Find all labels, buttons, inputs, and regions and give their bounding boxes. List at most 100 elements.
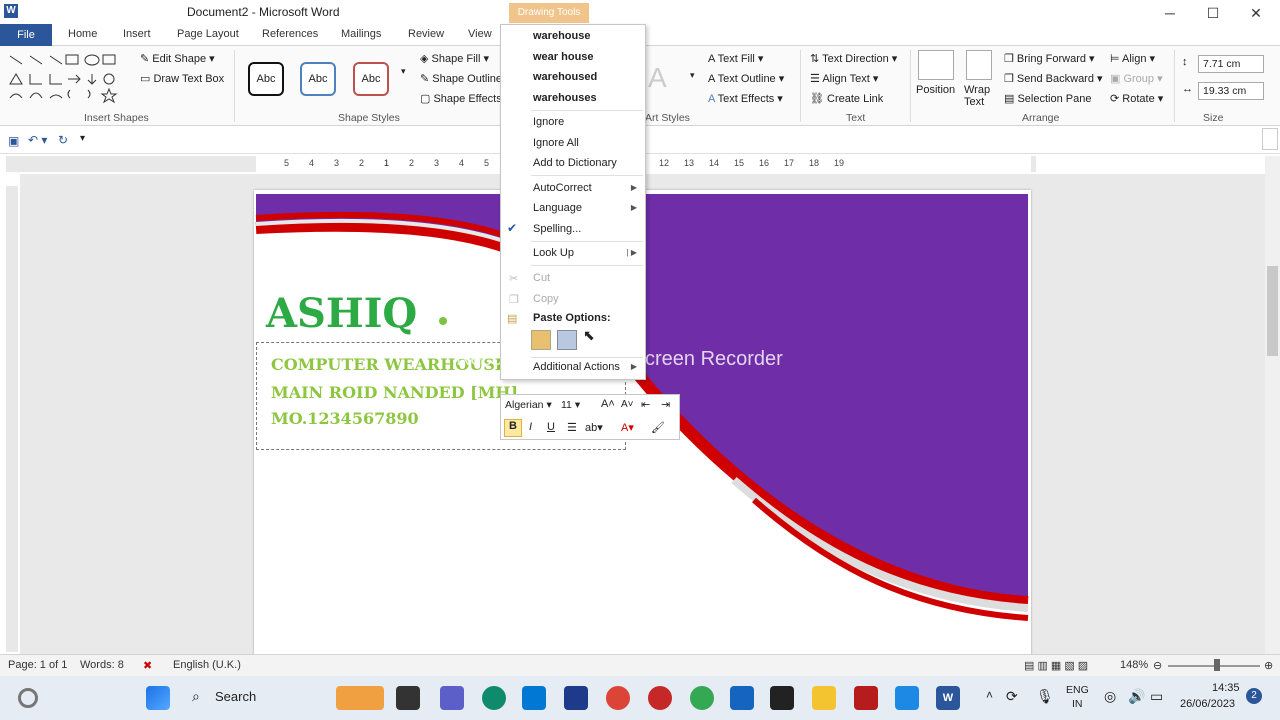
minimize-button[interactable]: ─ <box>1150 2 1190 24</box>
tab-view[interactable]: View <box>468 28 492 40</box>
rotate-button[interactable]: ⟳ Rotate ▾ <box>1110 92 1163 105</box>
tab-home[interactable]: Home <box>68 28 97 40</box>
redo-icon[interactable]: ↻ <box>58 133 68 147</box>
proofing-icon[interactable]: ✖ <box>143 659 152 672</box>
font-color-icon[interactable]: A▾ <box>621 421 634 434</box>
chrome-icon[interactable] <box>606 686 630 710</box>
taskbar-search[interactable]: Search <box>215 689 345 713</box>
app-icon-1[interactable] <box>564 686 588 710</box>
undo-icon[interactable]: ↶ ▾ <box>28 133 47 147</box>
app-icon-4[interactable] <box>770 686 794 710</box>
shape-style-black[interactable]: Abc <box>248 62 284 96</box>
create-link-button[interactable]: ⛓ Create Link <box>810 92 883 105</box>
align-button[interactable]: ⊨ Align ▾ <box>1110 52 1155 65</box>
customize-qat-icon[interactable]: ▾ <box>80 133 85 144</box>
language-indicator[interactable]: English (U.K.) <box>173 659 241 671</box>
company-name-heading[interactable]: ASHIQ <box>266 290 417 337</box>
start-icon[interactable] <box>146 686 170 710</box>
highlight-icon[interactable]: ab▾ <box>585 421 603 434</box>
edge-icon[interactable] <box>482 686 506 710</box>
clock-date[interactable]: 26/06/2023 <box>1180 698 1235 710</box>
store-icon[interactable] <box>522 686 546 710</box>
suggestion-warehouses[interactable]: warehouses <box>533 92 597 104</box>
word-taskbar-icon[interactable]: W <box>936 686 960 710</box>
shape-style-red[interactable]: Abc <box>353 62 389 96</box>
save-icon[interactable]: ▣ <box>8 134 19 148</box>
drawing-tools-context-tab[interactable]: Drawing Tools <box>509 3 589 23</box>
decrease-indent-icon[interactable]: ⇤ <box>641 398 650 411</box>
tab-references[interactable]: References <box>262 28 318 40</box>
task-view-icon[interactable] <box>396 686 420 710</box>
suggestion-wear-house[interactable]: wear house <box>533 51 594 63</box>
bold-button[interactable]: B <box>504 419 522 437</box>
tab-insert[interactable]: Insert <box>123 28 151 40</box>
maximize-button[interactable]: ☐ <box>1193 2 1233 24</box>
selection-pane-button[interactable]: ▤ Selection Pane <box>1004 92 1091 105</box>
grow-font-icon[interactable]: A˄ <box>601 398 615 410</box>
vertical-scrollbar[interactable] <box>1265 156 1280 654</box>
zoom-level[interactable]: 148% <box>1120 659 1148 671</box>
tray-chevron-icon[interactable]: ˄ <box>986 688 993 702</box>
text-direction-button[interactable]: ⇅ Text Direction ▾ <box>810 52 897 65</box>
paste-keep-formatting-icon[interactable] <box>531 330 551 350</box>
increase-indent-icon[interactable]: ⇥ <box>661 398 670 411</box>
search-icon[interactable]: ⌕ <box>192 688 200 705</box>
page-count[interactable]: Page: 1 of 1 <box>8 659 67 671</box>
word-count[interactable]: Words: 8 <box>80 659 124 671</box>
text-line-2[interactable]: MAIN ROID NANDED [MH] <box>271 383 518 402</box>
font-size-select[interactable]: 11 ▾ <box>561 399 580 411</box>
zoom-in-icon[interactable]: ⊕ <box>1264 659 1273 672</box>
shapes-gallery-icon[interactable] <box>8 52 120 104</box>
battery-icon[interactable]: ▭ <box>1150 688 1163 705</box>
sync-icon[interactable]: ⟳ <box>1006 688 1018 705</box>
menu-ignore-all[interactable]: Ignore All <box>533 137 579 149</box>
ruler-toggle-button[interactable] <box>1262 128 1278 150</box>
suggestion-warehoused[interactable]: warehoused <box>533 71 597 83</box>
menu-spelling[interactable]: Spelling... <box>533 223 581 235</box>
menu-additional-actions[interactable]: Additional Actions <box>533 361 620 373</box>
notification-badge[interactable]: 2 <box>1246 688 1262 704</box>
wordart-more-button[interactable]: ▾ <box>690 70 695 81</box>
widgets-icon[interactable] <box>18 688 38 708</box>
text-line-3[interactable]: MO.1234567890 <box>271 409 419 428</box>
rotation-handle[interactable] <box>439 317 447 325</box>
menu-copy[interactable]: Copy <box>533 293 559 305</box>
italic-button[interactable]: I <box>529 421 532 433</box>
underline-button[interactable]: U <box>547 421 555 433</box>
draw-text-box-button[interactable]: ▭ Draw Text Box <box>140 72 224 85</box>
tab-review[interactable]: Review <box>408 28 444 40</box>
menu-look-up[interactable]: Look Up <box>533 247 574 259</box>
paste-picture-icon[interactable] <box>557 330 577 350</box>
menu-ignore[interactable]: Ignore <box>533 116 564 128</box>
shape-styles-more-button[interactable]: ▾ <box>401 66 406 77</box>
vertical-ruler[interactable] <box>6 186 18 652</box>
menu-cut[interactable]: Cut <box>533 272 550 284</box>
wrap-text-button[interactable]: Wrap Text <box>964 84 998 108</box>
news-widget-icon[interactable] <box>336 686 384 710</box>
recorder-icon[interactable] <box>854 686 878 710</box>
scrollbar-thumb[interactable] <box>1267 266 1278 356</box>
text-effects-button[interactable]: A Text Effects ▾ <box>708 92 783 105</box>
bring-forward-button[interactable]: ❐ Bring Forward ▾ <box>1004 52 1095 65</box>
network-icon[interactable]: ◎ <box>1104 688 1116 705</box>
file-explorer-icon[interactable] <box>812 686 836 710</box>
edit-shape-button[interactable]: ✎ Edit Shape ▾ <box>140 52 215 65</box>
microphone-icon[interactable]: 🎙 <box>1036 688 1054 705</box>
volume-icon[interactable]: 🔊 <box>1128 688 1145 705</box>
shape-width-input[interactable]: 19.33 cm <box>1198 82 1264 100</box>
tab-file[interactable]: File <box>0 24 52 46</box>
app-icon-5[interactable] <box>895 686 919 710</box>
app-icon-3[interactable] <box>730 686 754 710</box>
close-button[interactable]: ✕ <box>1236 2 1276 24</box>
shape-height-input[interactable]: 7.71 cm <box>1198 55 1264 73</box>
shape-fill-button[interactable]: ◈ Shape Fill ▾ <box>420 52 489 65</box>
shrink-font-icon[interactable]: A˅ <box>621 399 634 410</box>
menu-add-to-dictionary[interactable]: Add to Dictionary <box>533 157 617 169</box>
chrome-icon-2[interactable] <box>690 686 714 710</box>
send-backward-button[interactable]: ❐ Send Backward ▾ <box>1004 72 1103 85</box>
view-buttons[interactable]: ▤ ▥ ▦ ▧ ▨ <box>1024 659 1088 672</box>
clock-time[interactable]: 14:35 <box>1212 682 1240 694</box>
app-icon-2[interactable] <box>648 686 672 710</box>
align-text-button[interactable]: ☰ Align Text ▾ <box>810 72 878 85</box>
shape-style-blue[interactable]: Abc <box>300 62 336 96</box>
